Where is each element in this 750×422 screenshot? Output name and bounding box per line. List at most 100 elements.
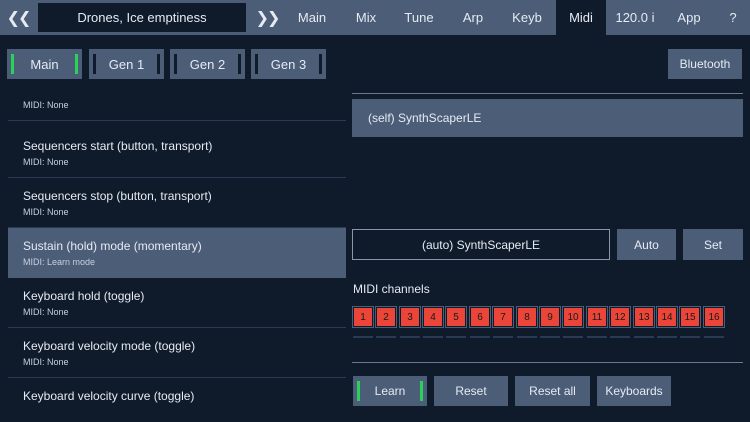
indicator-bar <box>174 54 177 74</box>
midi-channel-toggle[interactable]: 15 <box>679 306 701 328</box>
chevrons-left-icon[interactable]: ❮❮ <box>0 0 36 35</box>
tab-label: App <box>677 10 701 25</box>
tab-app[interactable]: App <box>664 0 714 35</box>
list-item-midi-status: MIDI: None <box>23 307 69 317</box>
reset-all-button[interactable]: Reset all <box>515 376 590 406</box>
midi-channel-toggle[interactable]: 13 <box>633 306 655 328</box>
midi-channel-toggle[interactable]: 7 <box>492 306 514 328</box>
gen-button-gen1[interactable]: Gen 1 <box>89 49 164 79</box>
tab-tempo[interactable]: 120.0 i <box>608 0 662 35</box>
channel-indicator <box>704 336 724 338</box>
list-item[interactable]: MIDI: None <box>8 93 346 121</box>
indicator-bar <box>255 54 258 74</box>
list-item-midi-status: MIDI: None <box>23 100 69 110</box>
channel-indicator <box>353 336 373 338</box>
set-button[interactable]: Set <box>683 229 743 260</box>
indicator-bar <box>75 54 78 74</box>
list-item[interactable]: Keyboard velocity mode (toggle) MIDI: No… <box>8 328 346 378</box>
tab-label: 120.0 i <box>615 10 655 25</box>
tab-arp[interactable]: Arp <box>447 0 499 35</box>
channel-indicator <box>446 336 466 338</box>
tab-label: ? <box>729 10 737 25</box>
tab-tune[interactable]: Tune <box>393 0 445 35</box>
list-item-midi-status: MIDI: Learn mode <box>23 257 96 267</box>
learn-button-label: Learn <box>374 384 406 398</box>
top-bar: ❮❮ Drones, Ice emptiness ❯❯ Main Mix Tun… <box>0 0 750 35</box>
list-item-title: Sustain (hold) mode (momentary) <box>23 239 202 253</box>
tab-midi[interactable]: Midi <box>556 0 606 35</box>
reset-button[interactable]: Reset <box>434 376 508 406</box>
tab-label: Mix <box>355 10 377 25</box>
list-item-title: Sequencers start (button, transport) <box>23 139 213 153</box>
indicator-bar <box>11 54 14 74</box>
midi-channel-toggle[interactable]: 11 <box>586 306 608 328</box>
midi-channel-toggle[interactable]: 12 <box>609 306 631 328</box>
midi-channel-toggle[interactable]: 1 <box>352 306 374 328</box>
midi-mapping-list[interactable]: MIDI: None Sequencers start (button, tra… <box>8 93 346 407</box>
list-item-title: Keyboard velocity mode (toggle) <box>23 339 196 353</box>
gen-button-gen3[interactable]: Gen 3 <box>251 49 326 79</box>
indicator-bar <box>157 54 160 74</box>
list-item-title: Sequencers stop (button, transport) <box>23 189 212 203</box>
gen-button-gen2[interactable]: Gen 2 <box>170 49 245 79</box>
list-item-midi-status: MIDI: None <box>23 357 69 367</box>
channel-indicator <box>400 336 420 338</box>
channel-indicator <box>634 336 654 338</box>
preset-name-display[interactable]: Drones, Ice emptiness <box>38 3 246 32</box>
tab-main[interactable]: Main <box>286 0 338 35</box>
list-item-title: Keyboard velocity curve (toggle) <box>23 389 195 403</box>
gen-button-label: Gen 1 <box>108 56 145 72</box>
gen-button-label: Gen 3 <box>270 56 307 72</box>
tab-label: Midi <box>569 10 593 25</box>
midi-channel-toggle[interactable]: 3 <box>399 306 421 328</box>
list-item-selected[interactable]: Sustain (hold) mode (momentary) MIDI: Le… <box>8 228 346 278</box>
list-item-midi-status: MIDI: None <box>23 157 69 167</box>
divider <box>352 93 743 94</box>
list-item[interactable]: Keyboard velocity curve (toggle) <box>8 378 346 407</box>
channel-indicator <box>540 336 560 338</box>
gen-button-main[interactable]: Main <box>7 49 82 79</box>
channel-indicator <box>517 336 537 338</box>
midi-channel-toggle[interactable]: 5 <box>445 306 467 328</box>
channel-indicator <box>657 336 677 338</box>
channel-indicator <box>423 336 443 338</box>
midi-channel-toggle[interactable]: 4 <box>422 306 444 328</box>
indicator-bar <box>319 54 322 74</box>
list-item-midi-status: MIDI: None <box>23 207 69 217</box>
midi-channel-toggle[interactable]: 10 <box>562 306 584 328</box>
channel-indicator <box>587 336 607 338</box>
auto-button[interactable]: Auto <box>617 229 676 260</box>
keyboards-button[interactable]: Keyboards <box>597 376 671 406</box>
tab-label: Tune <box>404 10 434 25</box>
indicator-bar <box>357 381 360 401</box>
list-item[interactable]: Sequencers start (button, transport) MID… <box>8 128 346 178</box>
midi-channel-toggle[interactable]: 14 <box>656 306 678 328</box>
chevrons-right-icon[interactable]: ❯❯ <box>249 0 285 35</box>
midi-device-row[interactable]: (self) SynthScaperLE <box>352 99 743 137</box>
tab-label: Main <box>297 10 327 25</box>
midi-channel-toggle[interactable]: 8 <box>516 306 538 328</box>
tab-label: Arp <box>462 10 484 25</box>
midi-channels-label: MIDI channels <box>353 282 430 296</box>
channel-indicator <box>563 336 583 338</box>
midi-channel-toggle[interactable]: 6 <box>469 306 491 328</box>
midi-channel-toggle[interactable]: 16 <box>703 306 725 328</box>
channel-indicator <box>493 336 513 338</box>
midi-channel-toggle[interactable]: 9 <box>539 306 561 328</box>
indicator-bar <box>420 381 423 401</box>
midi-device-field[interactable]: (auto) SynthScaperLE <box>352 229 610 260</box>
channel-indicator <box>470 336 490 338</box>
list-item-title: Keyboard hold (toggle) <box>23 289 145 303</box>
tab-mix[interactable]: Mix <box>340 0 392 35</box>
list-item[interactable]: Keyboard hold (toggle) MIDI: None <box>8 278 346 328</box>
list-item[interactable]: Sequencers stop (button, transport) MIDI… <box>8 178 346 228</box>
bluetooth-button[interactable]: Bluetooth <box>668 49 742 79</box>
indicator-bar <box>238 54 241 74</box>
tab-help[interactable]: ? <box>716 0 750 35</box>
channel-indicator <box>680 336 700 338</box>
channel-indicator <box>610 336 630 338</box>
learn-button[interactable]: Learn <box>353 376 427 406</box>
midi-channel-toggle[interactable]: 2 <box>375 306 397 328</box>
divider <box>352 362 743 363</box>
tab-keyb[interactable]: Keyb <box>500 0 554 35</box>
